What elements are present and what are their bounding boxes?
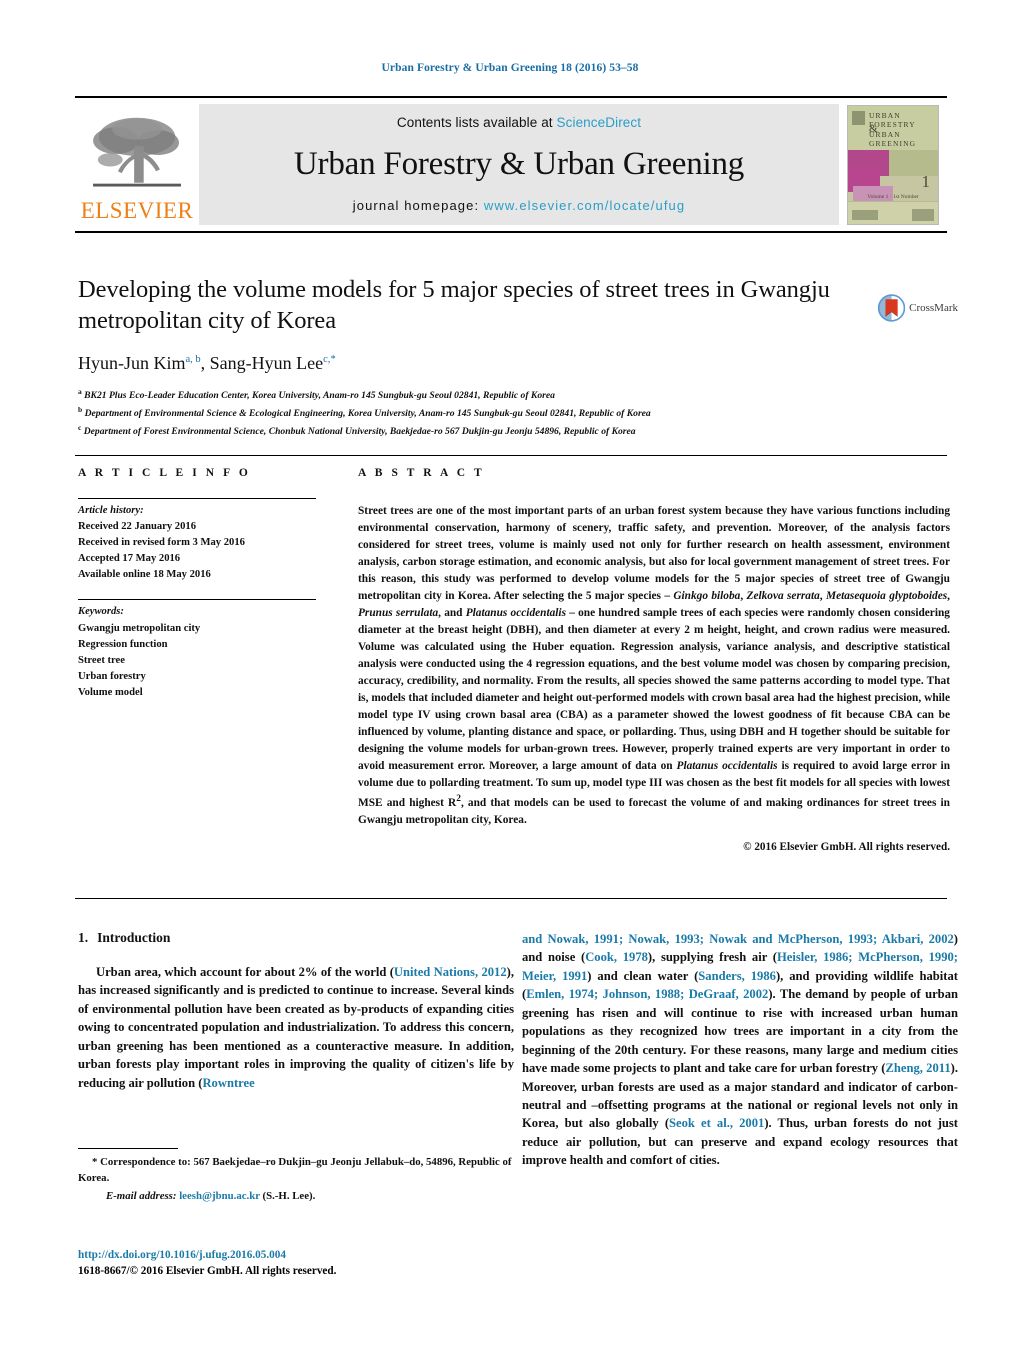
elsevier-wordmark: ELSEVIER (80, 197, 194, 223)
affiliation-text: Department of Forest Environmental Scien… (83, 426, 636, 438)
sciencedirect-link[interactable]: ScienceDirect (557, 115, 642, 130)
crossmark-icon (878, 294, 906, 322)
running-head: Urban Forestry & Urban Greening 18 (2016… (381, 62, 639, 74)
email-link[interactable]: leesh@jbnu.ac.kr (179, 1190, 260, 1202)
paper-page: Urban Forestry & Urban Greening 18 (2016… (0, 0, 1020, 1351)
article-info-heading: A R T I C L E I N F O (78, 467, 251, 479)
article-history-label: Article history: (78, 505, 144, 516)
cover-title-line2: FORESTRY (869, 120, 916, 130)
info-history-rule (78, 498, 316, 499)
intro-paragraph-part1: Urban area, which account for about 2% o… (78, 965, 514, 1090)
title-block: Developing the volume models for 5 major… (78, 275, 868, 440)
cover-footer-right-mark (912, 208, 934, 221)
article-history-item: Available online 18 May 2016 (78, 569, 211, 581)
affiliation-marker: b (78, 404, 83, 414)
affiliation-list: a BK21 Plus Eco-Leader Education Center,… (78, 386, 868, 440)
article-history-item: Accepted 17 May 2016 (78, 553, 181, 565)
article-history-item: Received 22 January 2016 (78, 521, 196, 533)
elsevier-tree-icon (93, 117, 181, 187)
cover-title-line1: URBAN (869, 110, 901, 120)
contents-prefix: Contents lists available at (396, 115, 557, 130)
article-info-column: Article history: Received 22 January 201… (78, 498, 316, 701)
abstract-heading: A B S T R A C T (358, 467, 485, 479)
doi-link[interactable]: http://dx.doi.org/10.1016/j.ufug.2016.05… (78, 1248, 578, 1264)
cover-footer-left-mark (852, 209, 878, 220)
info-keywords-rule (78, 599, 316, 601)
doi-block: http://dx.doi.org/10.1016/j.ufug.2016.05… (78, 1248, 578, 1280)
email-note: E-mail address: leesh@jbnu.ac.kr (S.-H. … (78, 1189, 514, 1205)
journal-masthead: ELSEVIER Contents lists available at Sci… (75, 96, 947, 233)
section-number: 1. (78, 930, 89, 945)
issn-copyright-line: 1618-8667/© 2016 Elsevier GmbH. All righ… (78, 1264, 337, 1277)
section-label: Introduction (97, 930, 171, 945)
article-history-item: Received in revised form 3 May 2016 (78, 537, 245, 549)
cover-title-lines: URBAN FORESTRY URBAN GREENING (869, 111, 935, 149)
crossmark-badge[interactable]: CrossMark (878, 286, 958, 330)
affiliation-text: BK21 Plus Eco-Leader Education Center, K… (84, 389, 555, 401)
journal-homepage-link[interactable]: www.elsevier.com/locate/ufug (484, 198, 685, 213)
keyword-item: Regression function (78, 638, 168, 650)
crossmark-label: CrossMark (909, 302, 958, 314)
contents-lists-line: Contents lists available at ScienceDirec… (397, 115, 641, 130)
info-section-top-rule (75, 455, 947, 456)
abstract-text: Street trees are one of the most importa… (358, 505, 951, 827)
body-left-column: 1. Introduction Urban area, which account… (78, 930, 514, 1092)
affiliation-item: b Department of Environmental Science & … (78, 404, 868, 422)
footnote-rule (78, 1148, 178, 1149)
affiliation-marker: a (78, 386, 82, 396)
journal-cover-thumbnail: & URBAN FORESTRY URBAN GREENING 1 Volume… (839, 98, 947, 231)
masthead-center-panel: Contents lists available at ScienceDirec… (199, 104, 839, 225)
cover-title-line4: GREENING (869, 139, 917, 149)
intro-paragraph-part2: and Nowak, 1991; Nowak, 1993; Nowak and … (522, 932, 958, 1168)
cover-issue-number: 1 (921, 171, 931, 191)
keyword-item: Gwangju metropolitan city (78, 622, 201, 634)
affiliation-marker: c (78, 423, 82, 432)
homepage-prefix: journal homepage: (352, 197, 484, 213)
keyword-item: Urban forestry (78, 670, 146, 682)
body-right-column: and Nowak, 1991; Nowak, 1993; Nowak and … (522, 930, 958, 1170)
cover-volume-note: Volume 1 · 1st Number (867, 193, 919, 200)
affiliation-item: a BK21 Plus Eco-Leader Education Center,… (78, 386, 868, 404)
email-label: E-mail address: (106, 1190, 177, 1203)
journal-homepage-line: journal homepage: www.elsevier.com/locat… (353, 198, 685, 213)
affiliation-text: Department of Environmental Science & Ec… (84, 408, 651, 420)
keyword-item: Volume model (78, 686, 143, 698)
elsevier-logo: ELSEVIER (75, 98, 199, 231)
author-list: Hyun-Jun Kima, b, Sang-Hyun Leec,* (78, 352, 336, 373)
journal-title: Urban Forestry & Urban Greening (293, 145, 745, 182)
abstract-copyright: © 2016 Elsevier GmbH. All rights reserve… (743, 841, 950, 854)
cover-title-line3: URBAN (869, 129, 901, 139)
keywords-block: Keywords: Gwangju metropolitan city Regr… (78, 604, 316, 701)
journal-cover-image: & URBAN FORESTRY URBAN GREENING 1 Volume… (847, 104, 939, 225)
footnote-block: * Correspondence to: 567 Baekjedae–ro Du… (78, 1155, 514, 1205)
keyword-item: Street tree (78, 654, 125, 666)
keywords-label: Keywords: (78, 606, 124, 618)
affiliation-item: c Department of Forest Environmental Sci… (78, 422, 868, 440)
correspondence-note: * Correspondence to: 567 Baekjedae–ro Du… (78, 1156, 512, 1184)
abstract-bottom-rule (75, 898, 947, 899)
page-title: Developing the volume models for 5 major… (78, 276, 830, 334)
section-title-introduction: 1. Introduction (78, 930, 514, 946)
email-suffix: (S.-H. Lee). (262, 1190, 316, 1203)
cover-elsevier-mark (852, 110, 865, 125)
cover-olive-band (889, 149, 938, 176)
abstract-column: Street trees are one of the most importa… (358, 503, 950, 856)
